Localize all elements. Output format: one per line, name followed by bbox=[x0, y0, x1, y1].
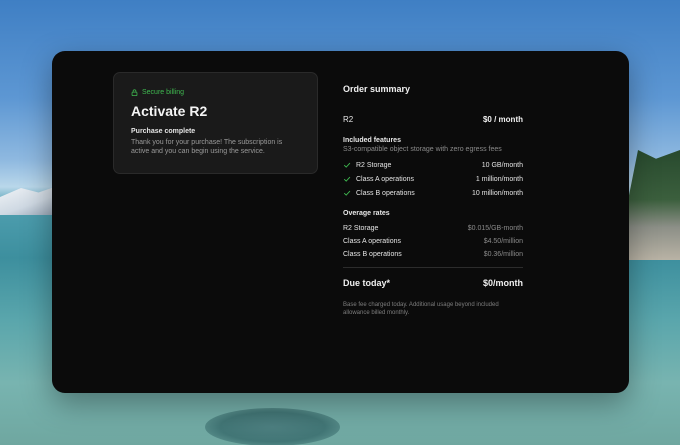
check-icon bbox=[343, 190, 351, 196]
activation-modal: Secure billing Activate R2 Purchase comp… bbox=[52, 51, 629, 393]
plan-price: $0 / month bbox=[482, 115, 523, 124]
overage-rates-title: Overage rates bbox=[343, 210, 390, 217]
overage-label: Class A operations bbox=[343, 238, 401, 245]
secure-billing-badge: Secure billing bbox=[131, 89, 300, 96]
order-summary-title: Order summary bbox=[343, 84, 411, 94]
status-title: Purchase complete bbox=[131, 128, 196, 135]
feature-label: R2 Storage bbox=[356, 161, 392, 169]
check-icon bbox=[343, 162, 351, 168]
feature-row: R2 Storage 10 GB/month bbox=[343, 161, 523, 169]
secure-billing-label: Secure billing bbox=[142, 89, 185, 96]
overage-row: Class B operations $0.36/million bbox=[343, 251, 523, 258]
plan-row: R2 $0 / month bbox=[343, 115, 523, 124]
due-today-row: Due today* $0/month bbox=[343, 278, 523, 288]
overage-rates-list: R2 Storage $0.015/GB-month Class A opera… bbox=[343, 225, 523, 258]
due-today-value: $0/month bbox=[482, 278, 523, 288]
page-title: Activate R2 bbox=[131, 103, 208, 119]
overage-row: R2 Storage $0.015/GB-month bbox=[343, 225, 523, 232]
overage-value: $0.015/GB-month bbox=[467, 225, 523, 232]
divider bbox=[343, 267, 523, 268]
feature-label: Class B operations bbox=[356, 189, 415, 197]
overage-value: $4.50/million bbox=[483, 238, 523, 245]
overage-label: R2 Storage bbox=[343, 225, 379, 232]
lock-icon bbox=[131, 89, 138, 96]
overage-value: $0.36/million bbox=[483, 251, 523, 258]
included-features-title: Included features bbox=[343, 137, 401, 144]
plan-name: R2 bbox=[343, 115, 354, 124]
underwater-rock bbox=[205, 408, 340, 445]
shore-right bbox=[620, 150, 680, 260]
feature-row: Class A operations 1 million/month bbox=[343, 175, 523, 183]
included-features-description: S3-compatible object storage with zero e… bbox=[343, 146, 502, 153]
order-summary: Order summary R2 $0 / month Included fea… bbox=[343, 84, 523, 317]
feature-value: 10 million/month bbox=[472, 189, 523, 197]
included-features-list: R2 Storage 10 GB/month Class A operation… bbox=[343, 161, 523, 197]
feature-value: 10 GB/month bbox=[481, 161, 523, 169]
feature-label: Class A operations bbox=[356, 175, 414, 183]
feature-value: 1 million/month bbox=[475, 175, 523, 183]
overage-label: Class B operations bbox=[343, 251, 402, 258]
purchase-card: Secure billing Activate R2 Purchase comp… bbox=[113, 72, 318, 174]
status-message: Thank you for your purchase! The subscri… bbox=[131, 139, 283, 155]
feature-row: Class B operations 10 million/month bbox=[343, 189, 523, 197]
check-icon bbox=[343, 176, 351, 182]
overage-row: Class A operations $4.50/million bbox=[343, 238, 523, 245]
due-today-label: Due today* bbox=[343, 278, 391, 288]
billing-note: Base fee charged today. Additional usage… bbox=[343, 302, 499, 316]
